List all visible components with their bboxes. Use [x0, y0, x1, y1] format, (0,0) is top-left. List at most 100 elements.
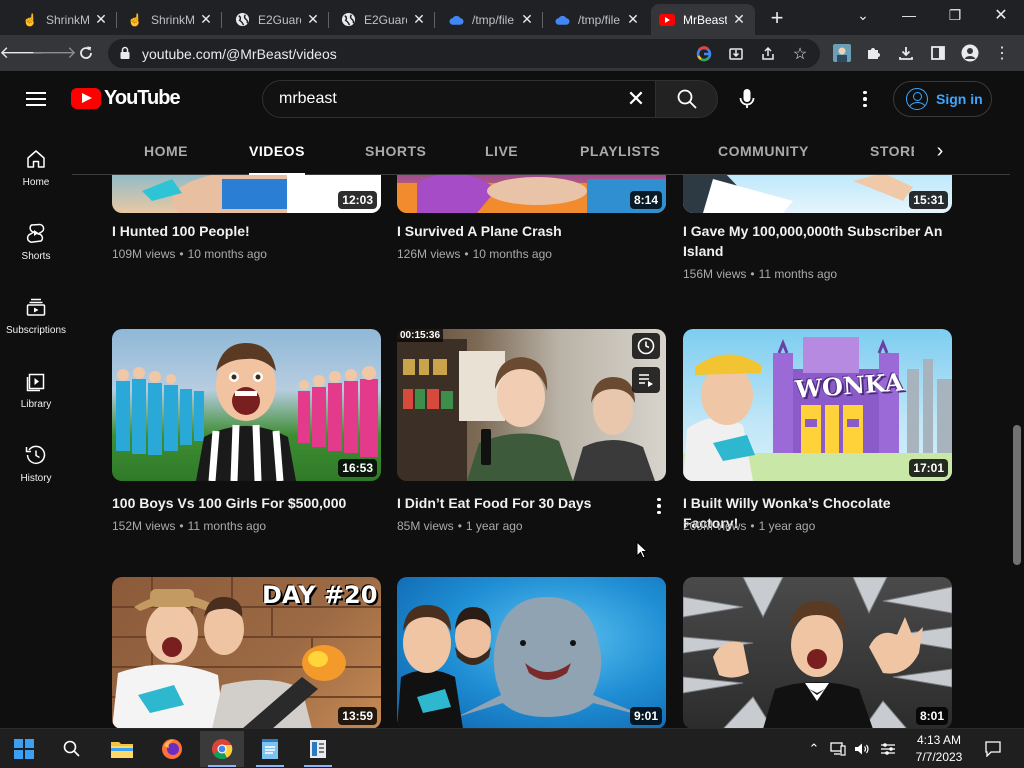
video-duration: 8:01 [915, 707, 948, 725]
browser-tab-active[interactable]: MrBeast ✕ [651, 4, 755, 35]
voice-search-button[interactable] [728, 80, 766, 118]
clear-search-icon[interactable]: ✕ [625, 86, 647, 111]
youtube-logo[interactable]: YouTube [71, 87, 181, 110]
browser-tab[interactable]: /tmp/file ✕ [440, 4, 543, 35]
google-icon[interactable] [694, 44, 714, 64]
video-thumbnail[interactable]: 8:14 [397, 175, 666, 213]
view-count: 209M views [683, 519, 747, 533]
clock-date: 7/7/2023 [915, 750, 963, 764]
video-duration: 15:31 [909, 191, 948, 209]
tab-community[interactable]: COMMUNITY [718, 143, 809, 159]
show-hidden-icons-icon[interactable]: ⌃ [804, 739, 824, 759]
video-title[interactable]: 100 Boys Vs 100 Girls For $500,000 [112, 493, 372, 513]
notepad-icon[interactable] [248, 731, 292, 767]
video-action-menu-icon[interactable] [649, 495, 669, 517]
browser-tab[interactable]: E2Guardian ✕ [226, 4, 329, 35]
video-thumbnail[interactable]: DAY #20 13:59 [112, 577, 381, 728]
network-icon[interactable] [828, 739, 848, 759]
notifications-icon[interactable] [982, 738, 1004, 760]
search-input[interactable] [279, 89, 599, 109]
watch-later-button[interactable] [632, 333, 660, 359]
video-duration: 17:01 [909, 459, 948, 477]
browser-toolbar: 🡐 🡒 youtube.com/@MrBeast/videos ☆ ⋮ [0, 35, 1024, 71]
guide-item-shorts[interactable]: Shorts [0, 209, 72, 283]
tab-store[interactable]: STORE [870, 143, 914, 159]
screen: ☝ ShrinkMe ✕ ☝ ShrinkMe ✕ E2Guardian ✕ E… [0, 0, 1024, 768]
video-title[interactable]: I Gave My 100,000,000th Subscriber An Is… [683, 221, 943, 261]
video-metadata: 126M views • 10 months ago [397, 247, 552, 261]
close-tab-icon[interactable]: ✕ [625, 11, 641, 28]
firefox-icon[interactable] [150, 731, 194, 767]
share-icon[interactable] [758, 44, 778, 64]
tab-playlists[interactable]: PLAYLISTS [580, 143, 660, 159]
close-tab-icon[interactable]: ✕ [198, 11, 214, 28]
close-tab-icon[interactable]: ✕ [519, 11, 535, 28]
video-thumbnail[interactable]: WONKA 17:01 [683, 329, 952, 481]
tab-videos[interactable]: VIDEOS [249, 143, 305, 175]
scrollbar-thumb[interactable] [1013, 425, 1021, 565]
clock-icon [637, 337, 655, 355]
chevron-right-icon[interactable]: › [928, 139, 952, 163]
settings-kebab-icon[interactable] [853, 87, 877, 111]
install-app-icon[interactable] [726, 44, 746, 64]
browser-tab-strip: ☝ ShrinkMe ✕ ☝ ShrinkMe ✕ E2Guardian ✕ E… [0, 0, 1024, 35]
restore-button[interactable]: ❐ [932, 0, 978, 30]
document-app-icon[interactable] [296, 731, 340, 767]
new-tab-button[interactable]: + [764, 5, 790, 30]
add-to-queue-button[interactable] [632, 367, 660, 393]
upload-age: 11 months ago [758, 267, 838, 281]
tray-settings-icon[interactable] [878, 739, 898, 759]
video-title[interactable]: I Hunted 100 People! [112, 221, 372, 241]
downloads-icon[interactable] [895, 42, 917, 64]
guide-item-library[interactable]: Library [0, 357, 72, 431]
system-clock[interactable]: 4:13 AM 7/7/2023 [908, 732, 970, 766]
forward-button[interactable]: 🡒 [31, 39, 77, 67]
search-button[interactable] [655, 80, 718, 118]
browser-tab[interactable]: ☝ ShrinkMe ✕ [14, 4, 117, 35]
extensions-puzzle-icon[interactable] [863, 42, 885, 64]
video-thumbnail[interactable]: 00:15:36 [397, 329, 666, 481]
browser-menu-icon[interactable]: ⋮ [991, 42, 1013, 64]
browser-tab[interactable]: /tmp/file ✕ [546, 4, 649, 35]
tab-home[interactable]: HOME [144, 143, 188, 159]
chrome-icon[interactable] [200, 731, 244, 767]
close-window-button[interactable]: ✕ [978, 0, 1024, 30]
volume-icon[interactable] [852, 739, 872, 759]
page-scrollbar[interactable] [1010, 71, 1024, 728]
tab-live[interactable]: LIVE [485, 143, 518, 159]
browser-tab[interactable]: E2Guardian ✕ [332, 4, 435, 35]
guide-item-home[interactable]: Home [0, 135, 72, 209]
bookmark-star-icon[interactable]: ☆ [790, 44, 810, 64]
tab-search-icon[interactable]: ⌄ [840, 0, 886, 30]
profile-icon[interactable] [959, 42, 981, 64]
browser-tab[interactable]: ☝ ShrinkMe ✕ [119, 4, 222, 35]
video-title[interactable]: I Didn’t Eat Food For 30 Days [397, 493, 657, 513]
video-thumbnail[interactable]: 12:03 [112, 175, 381, 213]
start-button[interactable] [2, 731, 46, 767]
video-thumbnail[interactable]: 16:53 [112, 329, 381, 481]
video-thumbnail[interactable]: 9:01 [397, 577, 666, 728]
guide-item-history[interactable]: History [0, 431, 72, 505]
close-tab-icon[interactable]: ✕ [411, 11, 427, 28]
file-explorer-icon[interactable] [100, 731, 144, 767]
upload-age: 11 months ago [187, 519, 267, 533]
youtube-icon [659, 12, 675, 28]
video-thumbnail[interactable]: 15:31 [683, 175, 952, 213]
close-tab-icon[interactable]: ✕ [305, 11, 321, 28]
minimize-button[interactable]: — [886, 0, 932, 30]
close-tab-icon[interactable]: ✕ [731, 11, 747, 28]
video-thumbnail[interactable]: 8:01 [683, 577, 952, 728]
reload-button[interactable] [72, 39, 100, 67]
tab-shorts[interactable]: SHORTS [365, 143, 426, 159]
guide-item-subscriptions[interactable]: Subscriptions [0, 283, 72, 357]
video-title[interactable]: I Survived A Plane Crash [397, 221, 657, 241]
close-tab-icon[interactable]: ✕ [93, 11, 109, 28]
sign-in-button[interactable]: Sign in [893, 81, 992, 117]
side-panel-icon[interactable] [927, 42, 949, 64]
hamburger-menu-icon[interactable] [24, 88, 48, 108]
url-text: youtube.com/@MrBeast/videos [142, 46, 337, 62]
taskbar-search-button[interactable] [50, 731, 94, 767]
extension-avatar-icon[interactable] [831, 42, 853, 64]
cursor-hand-icon: ☝ [22, 12, 38, 27]
address-bar[interactable]: youtube.com/@MrBeast/videos ☆ [108, 39, 820, 68]
